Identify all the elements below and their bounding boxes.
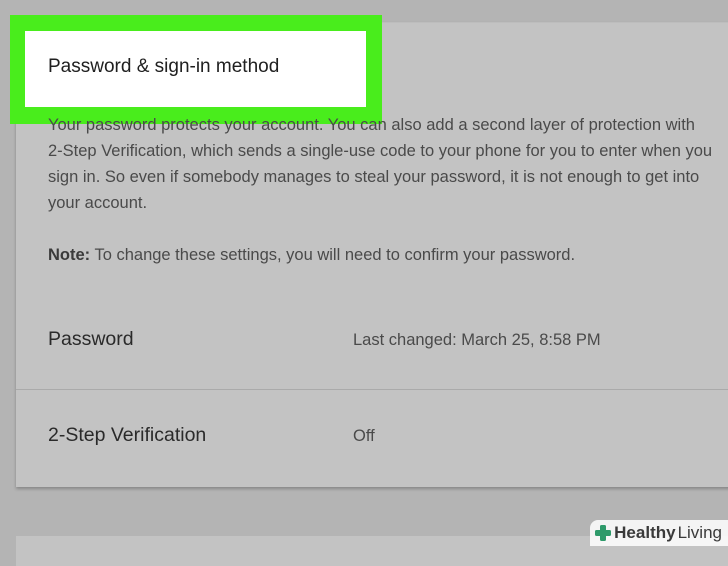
two-step-verification-status: Off [353,427,375,445]
note-body: To change these settings, you will need … [90,246,576,264]
medical-cross-icon [595,525,612,541]
password-last-changed: Last changed: March 25, 8:58 PM [353,331,601,349]
note-text: Note: To change these settings, you will… [48,242,575,268]
two-step-verification-label: 2-Step Verification [48,424,207,446]
healthy-living-watermark: Healthy Living [590,520,728,546]
watermark-healthy: Healthy [614,523,676,542]
two-step-verification-row[interactable]: 2-Step Verification Off [16,390,728,485]
section-description: Your password protects your account. You… [48,112,713,216]
description-text: Your password protects your account. You… [48,116,713,212]
password-label: Password [48,328,134,350]
note-label: Note: [48,246,91,264]
password-row[interactable]: Password Last changed: March 25, 8:58 PM [16,294,728,390]
watermark-living: Living [677,523,722,542]
section-title: Password & sign-in method [48,56,280,77]
